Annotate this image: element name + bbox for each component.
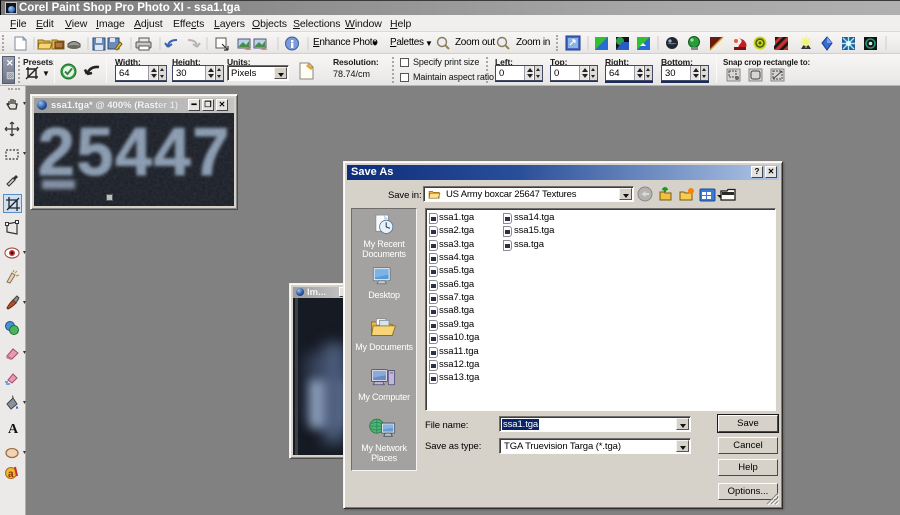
svg-text:A: A xyxy=(8,422,19,436)
svg-text:a: a xyxy=(8,469,14,480)
